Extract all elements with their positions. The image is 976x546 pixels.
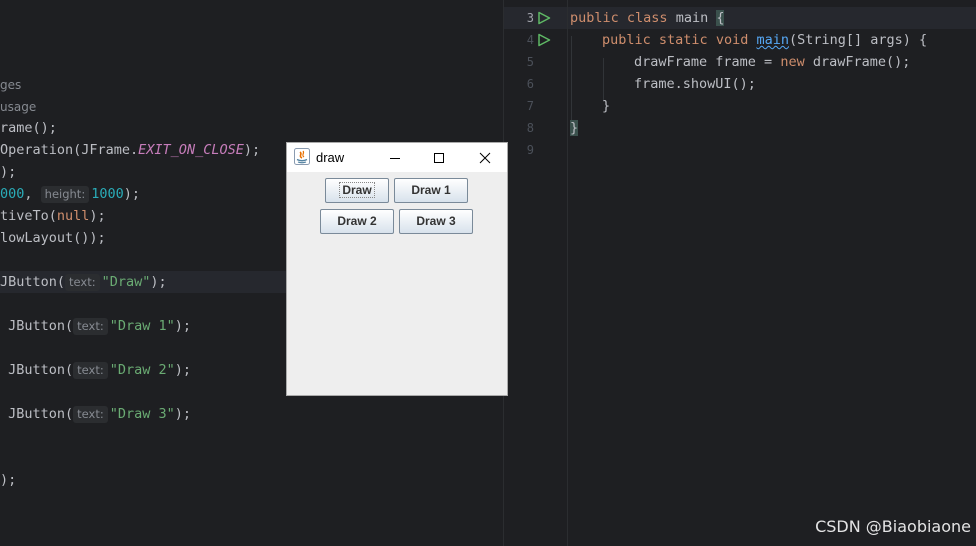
code-line[interactable]: ); [0,469,16,491]
draw-3-button[interactable]: Draw 3 [399,209,473,234]
line-number: 8 [526,121,534,135]
param-hint: text: [65,274,100,291]
close-button[interactable] [463,143,507,172]
maximize-button[interactable] [417,143,461,172]
run-icon[interactable] [537,33,551,47]
code-line[interactable]: } [570,117,579,139]
line-number: 6 [526,77,534,91]
gutter-separator [567,0,568,546]
code-line[interactable]: 000, height: 1000); [0,183,140,205]
minimize-icon [390,157,400,159]
line-number: 7 [526,99,534,113]
usages-hint: ges [0,78,22,92]
param-hint: text: [73,406,108,423]
indent-guide [571,36,572,124]
code-line[interactable]: public class main { [570,7,725,29]
param-hint: text: [73,362,108,379]
code-line[interactable]: public static void main(String[] args) { [602,29,927,51]
code-line[interactable]: lowLayout()); [0,227,106,249]
draw-2-button[interactable]: Draw 2 [320,209,394,234]
watermark: CSDN @Biaobiaone [815,517,971,536]
maximize-icon [434,152,444,163]
code-line[interactable]: ); [0,161,16,183]
code-line[interactable]: frame.showUI(); [634,73,756,95]
line-number: 4 [526,33,534,47]
minimize-button[interactable] [373,143,417,172]
param-hint: height: [40,186,90,203]
code-line[interactable]: rame(); [0,117,57,139]
line-number: 5 [526,55,534,69]
close-icon [479,152,491,163]
method-name: main [756,32,790,48]
code-line[interactable]: JButton(text: "Draw 1"); [0,315,191,337]
draw-1-button[interactable]: Draw 1 [394,178,468,203]
matched-brace: } [570,120,579,136]
code-line[interactable]: } [602,95,610,117]
usage-hint: usage [0,100,37,114]
param-hint: text: [73,318,108,335]
code-line[interactable]: JButton(text: "Draw 2"); [0,359,191,381]
matched-brace: { [716,10,725,26]
line-number: 9 [526,143,534,157]
window-title: draw [316,150,345,165]
swing-window[interactable]: draw Draw Draw 1 Draw 2 Draw 3 [286,142,508,396]
code-line[interactable]: tiveTo(null); [0,205,106,227]
constant-token: EXIT_ON_CLOSE [138,142,244,158]
run-icon[interactable] [537,11,551,25]
draw-button[interactable]: Draw [325,178,389,203]
line-number: 3 [526,11,534,25]
java-app-icon [294,148,310,165]
code-line[interactable]: drawFrame frame = new drawFrame(); [634,51,910,73]
right-editor-pane[interactable]: 3 4 5 6 7 8 9 public class main { public… [504,0,976,546]
window-title-bar[interactable]: draw [287,143,507,172]
code-line[interactable]: Operation(JFrame.EXIT_ON_CLOSE); [0,139,260,161]
code-line[interactable]: JButton(text: "Draw 3"); [0,403,191,425]
code-line[interactable]: JButton(text: "Draw"); [0,271,167,293]
